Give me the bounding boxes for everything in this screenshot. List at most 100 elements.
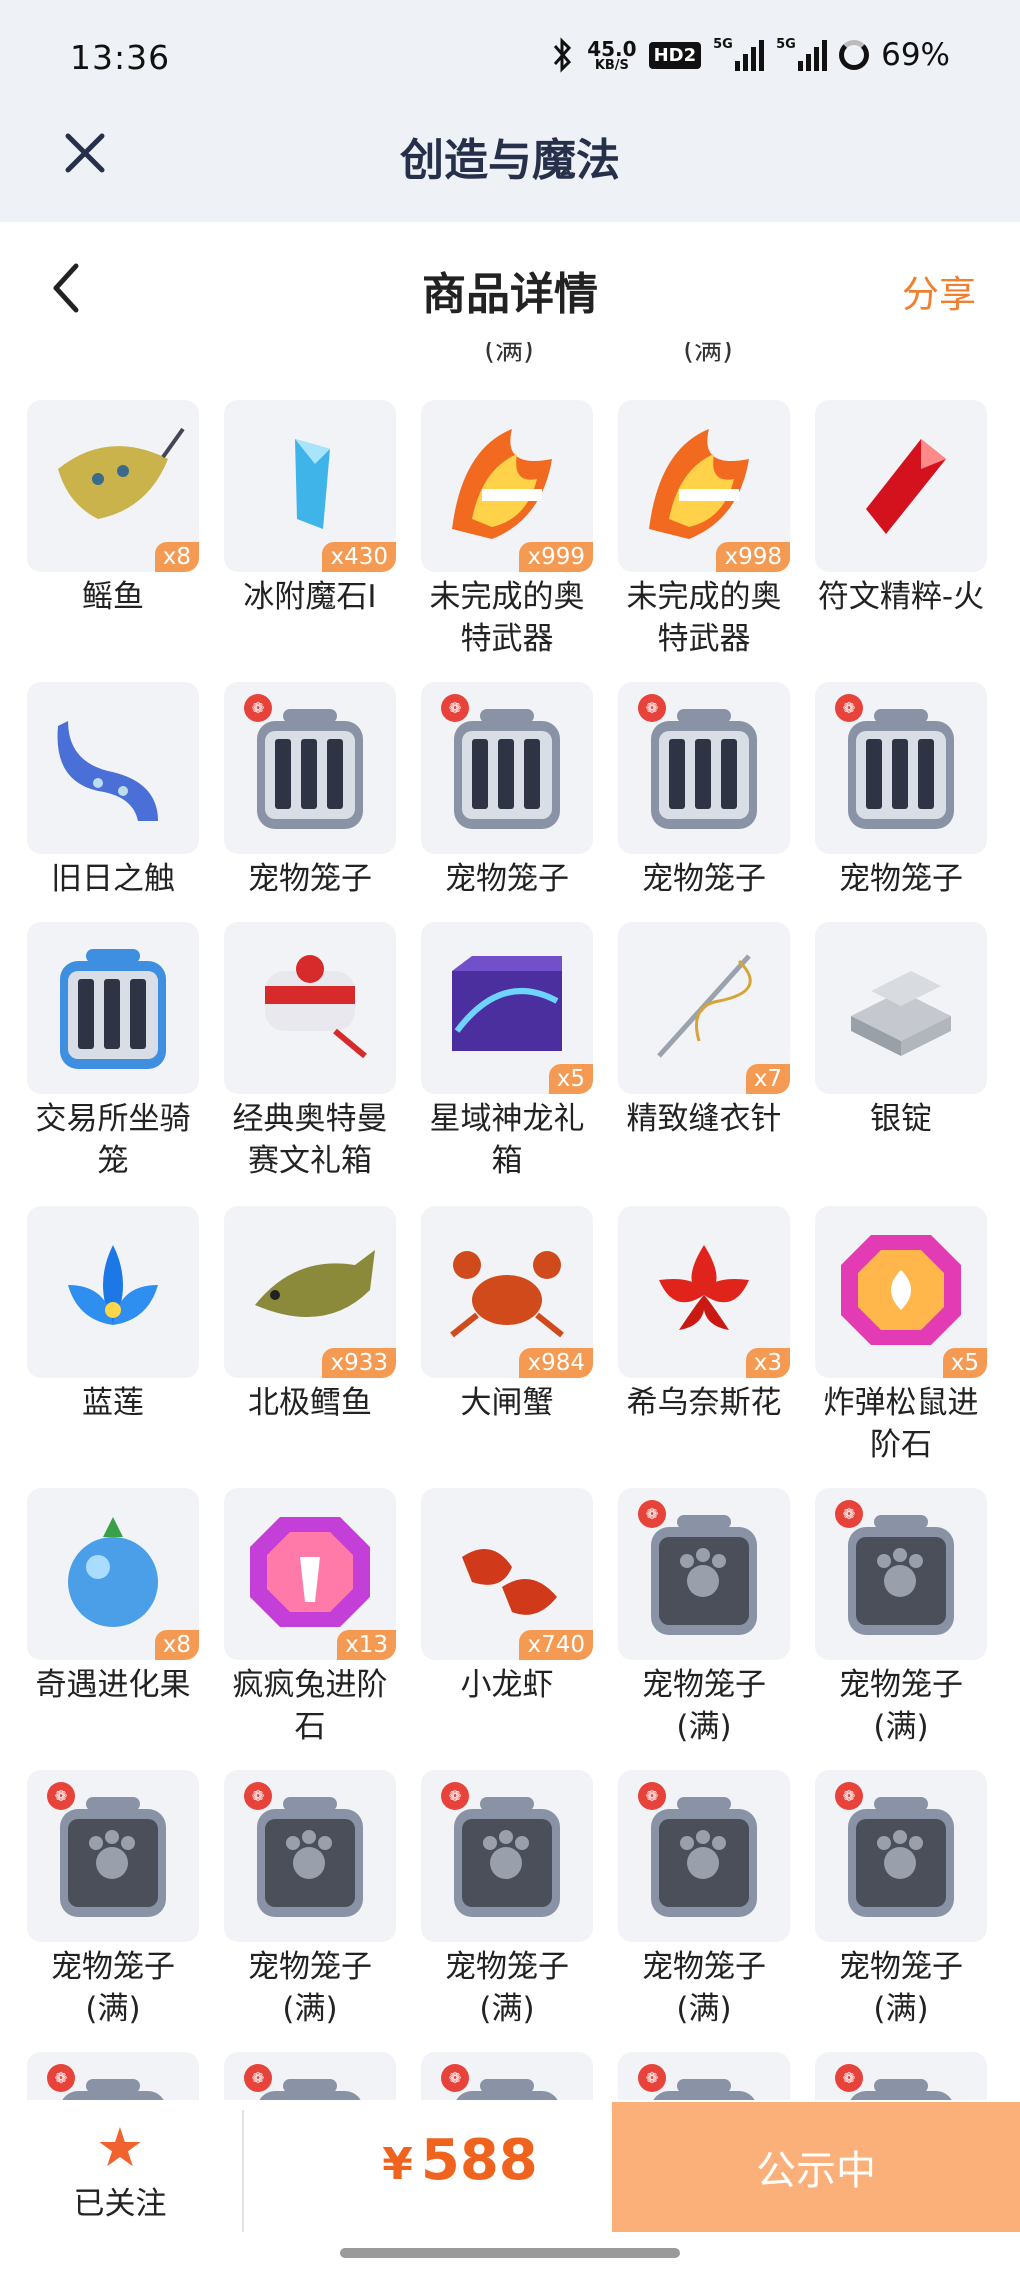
divider: [242, 2110, 244, 2232]
follow-label: 已关注: [73, 2186, 167, 2222]
item-quantity-badge: x998: [716, 542, 790, 572]
item-cell[interactable]: ❁ 宠物笼子(满): [224, 1770, 396, 2030]
currency-symbol: ¥: [382, 2139, 413, 2190]
item-thumbnail[interactable]: ❁: [224, 1770, 396, 1942]
item-cell[interactable]: ❁ 宠物笼子: [224, 682, 396, 900]
blue-fruit-icon: [38, 1497, 188, 1651]
item-cell[interactable]: x998 未完成的奥特武器: [618, 400, 790, 660]
item-thumbnail[interactable]: [27, 1206, 199, 1378]
item-thumbnail[interactable]: x430: [224, 400, 396, 572]
item-thumbnail[interactable]: ❁: [224, 682, 396, 854]
item-thumbnail[interactable]: [815, 922, 987, 1094]
item-thumbnail[interactable]: ❁: [27, 1770, 199, 1942]
blue-lotus-icon: [38, 1215, 188, 1369]
item-label: 宠物笼子(满): [445, 1949, 569, 2027]
network-speed: 45.0 KB/S: [587, 36, 637, 73]
item-thumbnail[interactable]: ❁: [421, 2052, 593, 2100]
item-cell[interactable]: 经典奥特曼赛文礼箱: [224, 922, 396, 1182]
item-cell[interactable]: ❁: [27, 2052, 199, 2100]
signal-icon-2: 5G: [776, 37, 828, 71]
item-cell[interactable]: ❁ 宠物笼子: [618, 682, 790, 900]
item-cell[interactable]: x7 精致缝衣针: [618, 922, 790, 1140]
item-thumbnail[interactable]: x5: [815, 1206, 987, 1378]
item-cell[interactable]: ❁ 宠物笼子: [421, 682, 593, 900]
item-cell[interactable]: 交易所坐骑笼: [27, 922, 199, 1182]
item-cell[interactable]: 旧日之触: [27, 682, 199, 900]
item-cell[interactable]: x13 疯疯兔进阶石: [224, 1488, 396, 1748]
gem-stone-icon: [826, 1215, 976, 1369]
item-thumbnail[interactable]: x999: [421, 400, 593, 572]
stingray-icon: [38, 409, 188, 563]
item-cell[interactable]: ❁ 宠物笼子(满): [421, 1770, 593, 2030]
item-label: 银锭: [870, 1101, 932, 1137]
item-cell[interactable]: x3 希乌奈斯花: [618, 1206, 790, 1424]
item-thumbnail[interactable]: x8: [27, 400, 199, 572]
item-thumbnail[interactable]: ❁: [815, 1770, 987, 1942]
item-thumbnail[interactable]: ❁: [618, 1488, 790, 1660]
item-cell[interactable]: ❁: [815, 2052, 987, 2100]
item-quantity-badge: x999: [519, 542, 593, 572]
paw-badge-icon: ❁: [441, 1782, 469, 1810]
item-thumbnail[interactable]: [27, 682, 199, 854]
item-quantity-badge: x933: [322, 1348, 396, 1378]
status-time: 13:36: [70, 38, 171, 77]
paw-badge-icon: ❁: [47, 2064, 75, 2092]
item-cell[interactable]: x999 未完成的奥特武器: [421, 400, 593, 660]
item-cell[interactable]: ❁: [421, 2052, 593, 2100]
item-thumbnail[interactable]: x7: [618, 922, 790, 1094]
item-cell[interactable]: x984 大闸蟹: [421, 1206, 593, 1424]
item-thumbnail[interactable]: ❁: [421, 682, 593, 854]
paw-badge-icon: ❁: [244, 694, 272, 722]
item-thumbnail[interactable]: ❁: [618, 1770, 790, 1942]
item-cell[interactable]: ❁ 宠物笼子(满): [618, 1770, 790, 2030]
item-cell[interactable]: ❁: [224, 2052, 396, 2100]
item-cell[interactable]: x5 炸弹松鼠进阶石: [815, 1206, 987, 1466]
item-thumbnail[interactable]: ❁: [815, 2052, 987, 2100]
item-cell[interactable]: ❁ 宠物笼子(满): [815, 1488, 987, 1748]
item-thumbnail[interactable]: x13: [224, 1488, 396, 1660]
item-cell[interactable]: ❁ 宠物笼子(满): [815, 1770, 987, 2030]
item-label: 宠物笼子(满): [839, 1667, 963, 1745]
item-thumbnail[interactable]: x5: [421, 922, 593, 1094]
battery-percent: 69%: [881, 37, 950, 73]
item-quantity-badge: x984: [519, 1348, 593, 1378]
home-indicator[interactable]: [340, 2248, 680, 2258]
item-label: 旧日之触: [51, 861, 175, 897]
follow-button[interactable]: ★ 已关注: [40, 2118, 200, 2228]
status-button[interactable]: 公示中: [612, 2102, 1020, 2232]
item-thumbnail[interactable]: ❁: [27, 2052, 199, 2100]
item-grid: x8 鳐鱼 x430 冰附魔石I x999 未完成的奥特武器 x998 未完成的奥特武器 符文精…: [27, 400, 993, 2100]
item-cell[interactable]: 银锭: [815, 922, 987, 1140]
item-thumbnail[interactable]: x3: [618, 1206, 790, 1378]
item-cell[interactable]: x8 奇遇进化果: [27, 1488, 199, 1706]
paw-badge-icon: ❁: [47, 1782, 75, 1810]
item-thumbnail[interactable]: x933: [224, 1206, 396, 1378]
signal-icon: 5G: [713, 37, 765, 71]
item-cell[interactable]: x933 北极鳕鱼: [224, 1206, 396, 1424]
item-thumbnail[interactable]: ❁: [815, 682, 987, 854]
item-cell[interactable]: 蓝莲: [27, 1206, 199, 1424]
item-cell[interactable]: 符文精粹-火: [815, 400, 987, 618]
item-cell[interactable]: ❁ 宠物笼子(满): [27, 1770, 199, 2030]
item-cell[interactable]: ❁: [618, 2052, 790, 2100]
item-cell[interactable]: x5 星域神龙礼箱: [421, 922, 593, 1182]
item-thumbnail[interactable]: x8: [27, 1488, 199, 1660]
item-thumbnail[interactable]: [815, 400, 987, 572]
item-thumbnail[interactable]: [224, 922, 396, 1094]
item-cell[interactable]: ❁ 宠物笼子(满): [618, 1488, 790, 1748]
item-thumbnail[interactable]: [27, 922, 199, 1094]
item-cell[interactable]: x8 鳐鱼: [27, 400, 199, 618]
item-cell[interactable]: x740 小龙虾: [421, 1488, 593, 1706]
item-thumbnail[interactable]: x740: [421, 1488, 593, 1660]
item-cell[interactable]: x430 冰附魔石I: [224, 400, 396, 618]
item-label: 小龙虾: [460, 1667, 554, 1703]
item-thumbnail[interactable]: ❁: [618, 682, 790, 854]
item-thumbnail[interactable]: ❁: [421, 1770, 593, 1942]
share-button[interactable]: 分享: [902, 264, 976, 318]
item-thumbnail[interactable]: ❁: [815, 1488, 987, 1660]
item-thumbnail[interactable]: x984: [421, 1206, 593, 1378]
item-thumbnail[interactable]: x998: [618, 400, 790, 572]
item-thumbnail[interactable]: ❁: [224, 2052, 396, 2100]
item-thumbnail[interactable]: ❁: [618, 2052, 790, 2100]
item-cell[interactable]: ❁ 宠物笼子: [815, 682, 987, 900]
